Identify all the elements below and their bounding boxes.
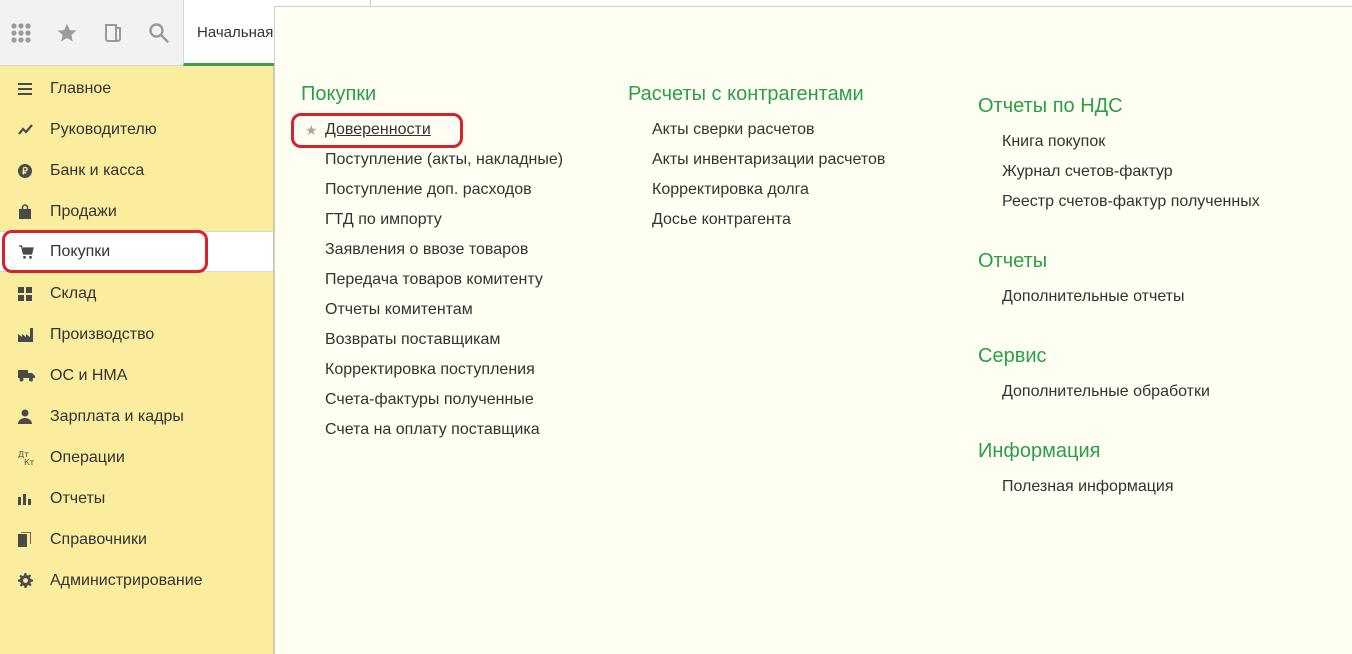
factory-icon <box>0 327 50 342</box>
sidebar-item-label: Отчеты <box>50 489 106 507</box>
apps-grid-icon[interactable] <box>0 0 44 66</box>
search-icon[interactable] <box>136 0 182 66</box>
svg-text:Кт: Кт <box>24 458 34 466</box>
truck-icon <box>0 369 50 382</box>
sidebar-item-purchases[interactable]: Покупки <box>0 231 273 272</box>
link-powers-of-attorney[interactable]: Доверенности <box>325 121 431 139</box>
tab-start-page[interactable]: Начальная страница <box>183 0 274 66</box>
tool-strip <box>0 0 183 66</box>
link-purchase-ledger[interactable]: Книга покупок <box>1002 133 1105 151</box>
link-receipt-adjustment[interactable]: Корректировка поступления <box>325 361 535 379</box>
sidebar-item-production[interactable]: Производство <box>0 314 273 355</box>
link-useful-information[interactable]: Полезная информация <box>1002 478 1174 496</box>
shopping-bag-icon <box>0 204 50 219</box>
link-received-invoice-register[interactable]: Реестр счетов-фактур полученных <box>1002 193 1260 211</box>
link-invoices-received[interactable]: Счета-фактуры полученные <box>325 391 534 409</box>
sidebar-item-administration[interactable]: Администрирование <box>0 560 273 601</box>
menu-lines-icon <box>0 82 50 96</box>
sidebar-item-label: Банк и касса <box>50 161 145 179</box>
books-icon <box>0 532 50 547</box>
sidebar-item-warehouse[interactable]: Склад <box>0 273 273 314</box>
bar-chart-icon <box>0 492 50 505</box>
link-receipts[interactable]: Поступление (акты, накладные) <box>325 151 563 169</box>
sections-sidebar: Главное Руководителю Банк и касса Продаж… <box>0 66 274 654</box>
person-icon <box>0 409 50 424</box>
link-additional-expenses[interactable]: Поступление доп. расходов <box>325 181 532 199</box>
sidebar-item-label: Продажи <box>50 202 117 220</box>
favorite-star-icon[interactable]: ★ <box>305 122 318 139</box>
sidebar-item-label: Покупки <box>50 242 111 260</box>
link-counterparty-dossier[interactable]: Досье контрагента <box>652 211 791 229</box>
sidebar-item-salary[interactable]: Зарплата и кадры <box>0 396 273 437</box>
sidebar-item-label: Производство <box>50 325 155 343</box>
sidebar-item-label: Склад <box>50 284 97 302</box>
link-additional-processing[interactable]: Дополнительные обработки <box>1002 383 1210 401</box>
section-title-purchases: Покупки <box>301 83 377 105</box>
favorites-star-icon[interactable] <box>44 0 90 66</box>
link-additional-reports[interactable]: Дополнительные отчеты <box>1002 288 1185 306</box>
link-debt-adjustment[interactable]: Корректировка долга <box>652 181 809 199</box>
ruble-coin-icon <box>0 163 50 178</box>
link-inventory-acts[interactable]: Акты инвентаризации расчетов <box>652 151 885 169</box>
sidebar-item-label: Главное <box>50 79 112 97</box>
sidebar-item-bank[interactable]: Банк и касса <box>0 150 273 191</box>
sidebar-item-label: Руководителю <box>50 120 157 138</box>
section-title-reports: Отчеты <box>978 250 1048 272</box>
warehouse-grid-icon <box>0 286 50 301</box>
gear-icon <box>0 573 50 588</box>
sidebar-item-manager[interactable]: Руководителю <box>0 109 273 150</box>
section-title-service: Сервис <box>978 345 1047 367</box>
link-invoice-journal[interactable]: Журнал счетов-фактур <box>1002 163 1173 181</box>
shopping-cart-icon <box>0 244 50 259</box>
sidebar-item-label: Зарплата и кадры <box>50 407 184 425</box>
sidebar-item-sales[interactable]: Продажи <box>0 191 273 232</box>
sidebar-item-fixed-assets[interactable]: ОС и НМА <box>0 355 273 396</box>
dt-kt-icon: Дт Кт <box>0 450 50 466</box>
sidebar-item-reports[interactable]: Отчеты <box>0 478 273 519</box>
section-title-vat-reports: Отчеты по НДС <box>978 95 1123 117</box>
link-consignor-reports[interactable]: Отчеты комитентам <box>325 301 473 319</box>
sidebar-item-main[interactable]: Главное <box>0 68 273 109</box>
history-icon[interactable] <box>90 0 136 66</box>
link-customs-declarations[interactable]: ГТД по импорту <box>325 211 442 229</box>
sidebar-item-label: Операции <box>50 448 125 466</box>
trend-icon <box>0 123 50 136</box>
sidebar-item-catalogs[interactable]: Справочники <box>0 519 273 560</box>
sidebar-item-label: Справочники <box>50 530 147 548</box>
link-supplier-payment-invoices[interactable]: Счета на оплату поставщика <box>325 421 540 439</box>
sidebar-item-label: Администрирование <box>50 571 203 589</box>
link-transfer-to-consignor[interactable]: Передача товаров комитенту <box>325 271 543 289</box>
link-reconciliation-acts[interactable]: Акты сверки расчетов <box>652 121 815 139</box>
section-title-information: Информация <box>978 440 1101 462</box>
link-import-applications[interactable]: Заявления о ввозе товаров <box>325 241 528 259</box>
section-menu-panel: Покупки ★ Доверенности Поступление (акты… <box>274 6 1352 654</box>
sidebar-item-label: ОС и НМА <box>50 366 128 384</box>
section-title-settlements: Расчеты с контрагентами <box>628 83 864 105</box>
sidebar-item-operations[interactable]: Дт Кт Операции <box>0 437 273 478</box>
link-returns-to-suppliers[interactable]: Возвраты поставщикам <box>325 331 500 349</box>
